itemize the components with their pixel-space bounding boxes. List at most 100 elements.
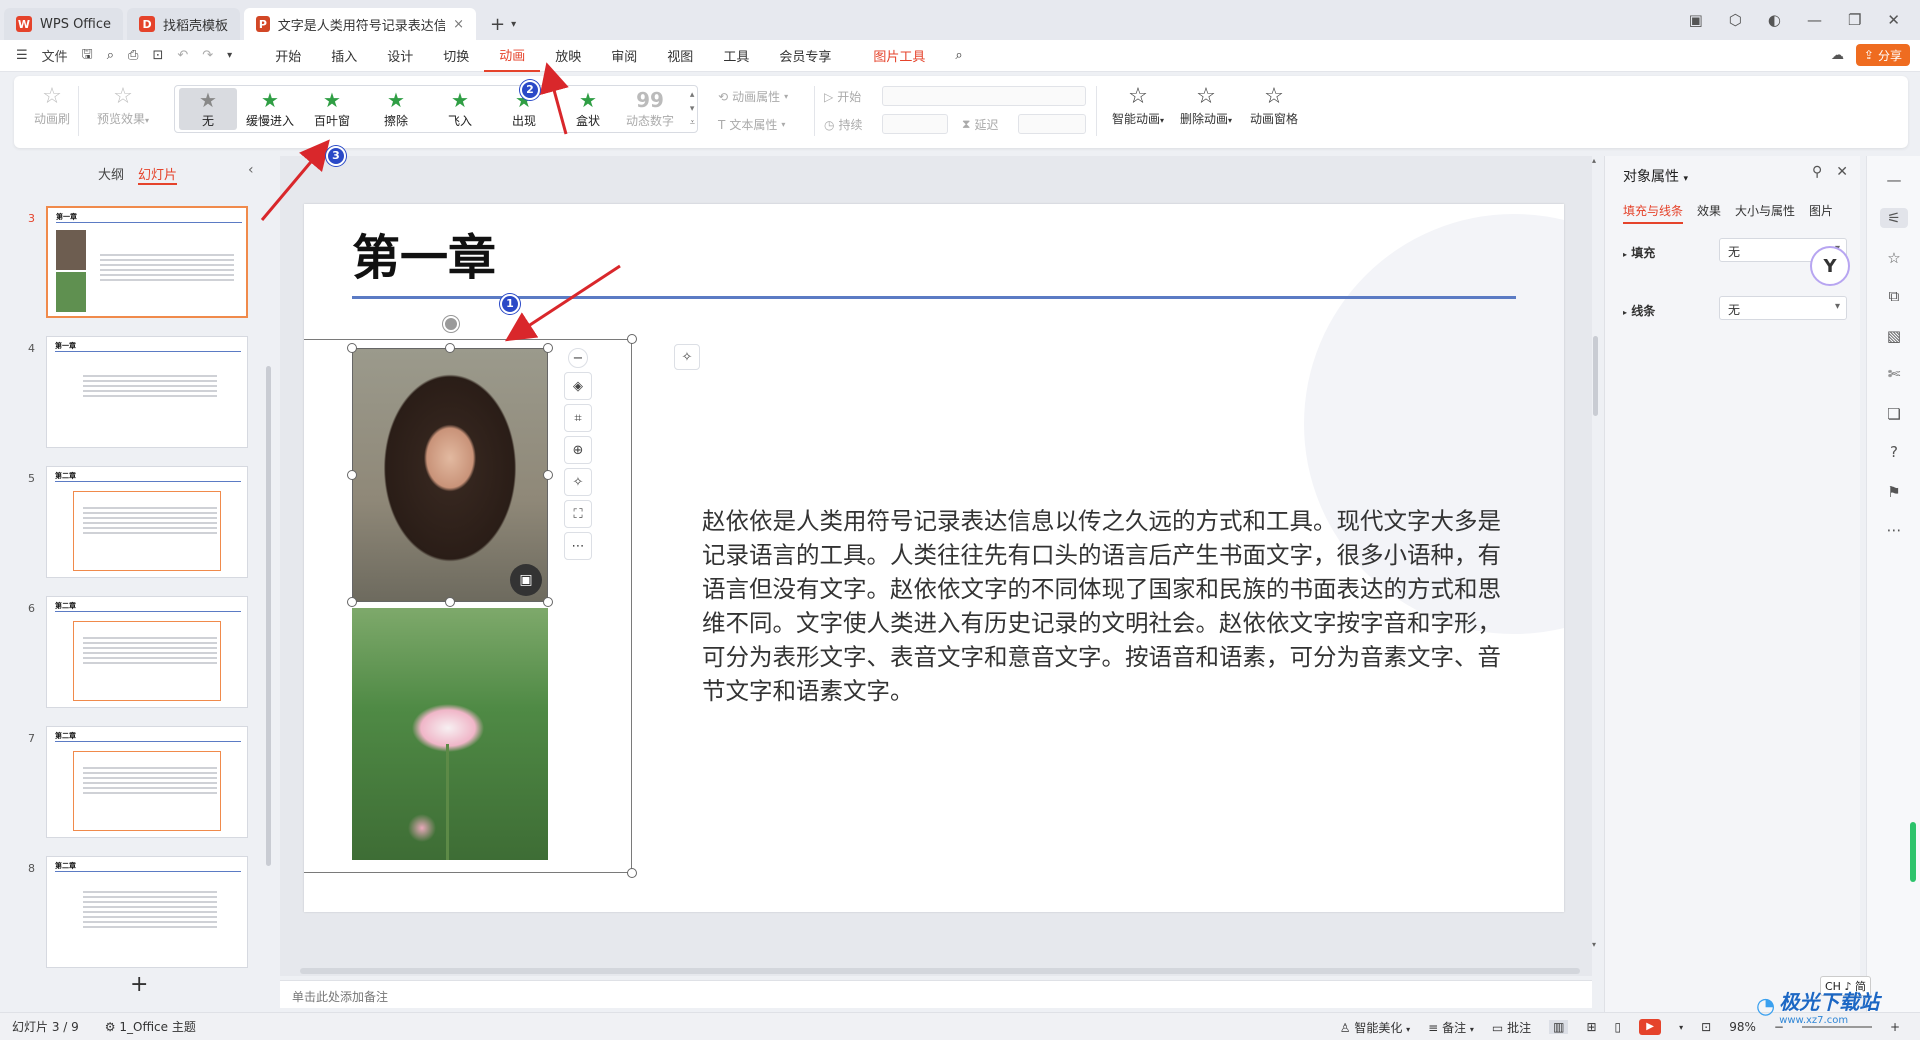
new-tab-button[interactable]: + ▾ bbox=[490, 8, 516, 40]
tab-animation[interactable]: 动画 bbox=[484, 40, 541, 72]
slide-3[interactable]: 第一章 ▣ − ◈ ⌗ ⊕ ✧ ⛶ ⋯ ✧ 赵依依是人类用符号记录表达信息以传之… bbox=[304, 204, 1564, 912]
scroll-up-icon[interactable]: ▴ bbox=[1592, 156, 1596, 165]
tab-effects[interactable]: 效果 bbox=[1697, 202, 1721, 224]
slide-thumbnail-3[interactable]: 第一章 bbox=[46, 206, 248, 318]
chevron-down-icon[interactable]: ▾ bbox=[1679, 1023, 1683, 1032]
animation-props-button[interactable]: ⟲ 动画属性 ▾ bbox=[718, 88, 788, 105]
slide-thumbnail-8[interactable]: 第二章 bbox=[46, 856, 248, 968]
menu-icon[interactable]: ☰ bbox=[16, 48, 28, 63]
close-tab-icon[interactable]: × bbox=[453, 17, 464, 32]
zoom-in-icon[interactable]: ⊕ bbox=[564, 436, 592, 464]
resize-handle[interactable] bbox=[627, 334, 637, 344]
collapse-icon[interactable]: − bbox=[568, 348, 588, 368]
more-icon[interactable]: ⋯ bbox=[564, 532, 592, 560]
slide-thumbnail-5[interactable]: 第二章 bbox=[46, 466, 248, 578]
grid-view-icon[interactable]: ⊞ bbox=[1586, 1020, 1596, 1034]
panel-scrollbar[interactable] bbox=[266, 366, 271, 866]
tab-home[interactable]: 开始 bbox=[260, 40, 316, 72]
redo-icon[interactable]: ↷ bbox=[202, 48, 213, 63]
anim-dynamic-number[interactable]: 99 动态数字 bbox=[621, 88, 679, 130]
close-icon[interactable]: ✕ bbox=[1887, 11, 1900, 29]
collapse-panel-icon[interactable]: ‹ bbox=[248, 162, 254, 178]
crop-icon[interactable]: ⌗ bbox=[564, 404, 592, 432]
print-icon[interactable]: ⎙ bbox=[128, 48, 138, 63]
tab-picture[interactable]: 图片 bbox=[1809, 202, 1833, 224]
animation-painter-button[interactable]: ☆ 动画刷 bbox=[24, 84, 80, 127]
zoom-in-icon[interactable]: + bbox=[1890, 1020, 1900, 1034]
animation-pane-button[interactable]: ☆ 动画窗格 bbox=[1242, 84, 1306, 127]
resize-handle[interactable] bbox=[543, 470, 553, 480]
tab-review[interactable]: 审阅 bbox=[596, 40, 652, 72]
resize-handle[interactable] bbox=[543, 343, 553, 353]
resize-handle[interactable] bbox=[543, 597, 553, 607]
resize-handle[interactable] bbox=[445, 597, 455, 607]
scroll-down-icon[interactable]: ▾ bbox=[1592, 940, 1596, 949]
avatar[interactable]: ◐ bbox=[1768, 11, 1781, 29]
reading-view-icon[interactable]: ▯ bbox=[1615, 1020, 1622, 1034]
tab-fill-line[interactable]: 填充与线条 bbox=[1623, 202, 1684, 224]
help-icon[interactable]: ? bbox=[1884, 442, 1904, 462]
image-icon[interactable]: ▣ bbox=[510, 564, 542, 596]
magic-wand-icon[interactable]: ✧ bbox=[564, 468, 592, 496]
fill-section[interactable]: ▸ 填充 bbox=[1623, 244, 1655, 261]
select-region-icon[interactable]: ⛶ bbox=[564, 500, 592, 528]
resize-handle[interactable] bbox=[347, 470, 357, 480]
image-edit-icon[interactable]: ▧ bbox=[1884, 326, 1904, 346]
shirt-icon[interactable]: ⚑ bbox=[1884, 482, 1904, 502]
line-select[interactable]: 无 ▾ bbox=[1719, 296, 1847, 320]
comments-button[interactable]: ▭ 批注 bbox=[1492, 1019, 1531, 1036]
zoom-slider[interactable] bbox=[1801, 1026, 1872, 1028]
anim-box[interactable]: ★ 盒状 bbox=[559, 88, 617, 130]
tab-slideshow[interactable]: 放映 bbox=[540, 40, 596, 72]
tab-slides[interactable]: 幻灯片 bbox=[138, 164, 178, 185]
resize-handle[interactable] bbox=[347, 597, 357, 607]
anim-slow-in[interactable]: ★ 缓慢进入 bbox=[241, 88, 299, 130]
canvas-vertical-scrollbar[interactable]: ▴ ▾ bbox=[1592, 156, 1600, 976]
tab-docer[interactable]: D 找稻壳模板 bbox=[127, 8, 241, 40]
ai-assistant-icon[interactable]: Y bbox=[1810, 246, 1850, 286]
slide-thumbnail-7[interactable]: 第二章 bbox=[46, 726, 248, 838]
smart-layout-icon[interactable]: ✧ bbox=[674, 344, 700, 370]
start-select[interactable] bbox=[882, 86, 1086, 106]
notes-area[interactable]: 单击此处添加备注 bbox=[280, 980, 1592, 1008]
smart-animation-button[interactable]: ☆ 智能动画▾ bbox=[1106, 84, 1170, 127]
slide-thumbnail-4[interactable]: 第一章 bbox=[46, 336, 248, 448]
gallery-scroll[interactable]: ▴ ▾ ⩡ bbox=[690, 88, 695, 130]
tab-tools[interactable]: 工具 bbox=[708, 40, 764, 72]
restore-icon[interactable]: ❐ bbox=[1848, 11, 1861, 29]
text-props-button[interactable]: T 文本属性 ▾ bbox=[718, 116, 785, 133]
undo-icon[interactable]: ↶ bbox=[177, 48, 188, 63]
layers-icon[interactable]: ◈ bbox=[564, 372, 592, 400]
tab-insert[interactable]: 插入 bbox=[316, 40, 372, 72]
cloud-icon[interactable]: ☁ bbox=[1831, 48, 1844, 63]
play-icon[interactable]: ▶ bbox=[1639, 1019, 1662, 1035]
fit-window-icon[interactable]: ⊡ bbox=[1701, 1020, 1711, 1034]
close-icon[interactable]: ✕ bbox=[1836, 164, 1848, 180]
search-icon[interactable]: ⌕ bbox=[940, 40, 977, 72]
slide-body-text[interactable]: 赵依依是人类用符号记录表达信息以传之久远的方式和工具。现代文字大多是记录语言的工… bbox=[702, 504, 1514, 708]
pin-icon[interactable]: ⚲ bbox=[1812, 164, 1822, 180]
anim-wipe[interactable]: ★ 擦除 bbox=[367, 88, 425, 130]
tab-view[interactable]: 视图 bbox=[652, 40, 708, 72]
tools-icon[interactable]: ✄ bbox=[1884, 364, 1904, 384]
normal-view-icon[interactable]: ▥ bbox=[1549, 1020, 1569, 1034]
scroll-thumb[interactable] bbox=[1593, 336, 1598, 416]
delay-input[interactable] bbox=[1018, 114, 1086, 134]
line-section[interactable]: ▸ 线条 bbox=[1623, 302, 1655, 319]
slide-title[interactable]: 第一章 bbox=[352, 218, 496, 288]
cube-icon[interactable]: ⬡ bbox=[1729, 11, 1742, 29]
tab-design[interactable]: 设计 bbox=[372, 40, 428, 72]
book-icon[interactable]: ❏ bbox=[1884, 404, 1904, 424]
resize-handle[interactable] bbox=[627, 868, 637, 878]
tab-size-props[interactable]: 大小与属性 bbox=[1735, 202, 1795, 224]
resize-handle[interactable] bbox=[347, 343, 357, 353]
tab-transition[interactable]: 切换 bbox=[428, 40, 484, 72]
chevron-down-icon[interactable]: ▾ bbox=[227, 50, 232, 61]
print-preview-icon[interactable]: ⊡ bbox=[152, 48, 163, 63]
star-icon[interactable]: ☆ bbox=[1884, 248, 1904, 268]
tab-wps-office[interactable]: W WPS Office bbox=[4, 8, 124, 40]
share-button[interactable]: ⇪ 分享 bbox=[1855, 44, 1910, 66]
layout-icon[interactable]: ▣ bbox=[1689, 11, 1703, 29]
save-icon[interactable]: 🖫 bbox=[82, 45, 93, 67]
panel-title[interactable]: 对象属性 ▾ bbox=[1623, 166, 1688, 186]
